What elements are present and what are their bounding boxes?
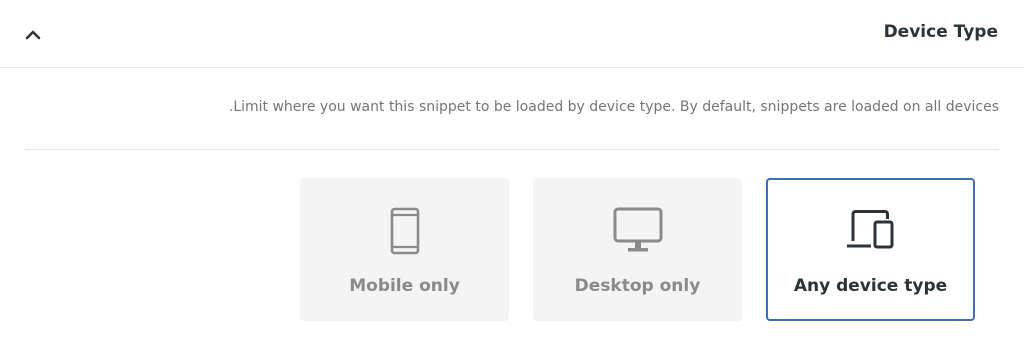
section-title: Device Type xyxy=(883,22,998,42)
section-description: .Limit where you want this snippet to be… xyxy=(228,99,999,115)
mobile-icon xyxy=(301,207,508,255)
desktop-icon xyxy=(534,207,741,255)
desktop-only-option[interactable]: Desktop only xyxy=(533,178,742,321)
mobile-only-option[interactable]: Mobile only xyxy=(300,178,509,321)
section-header: Device Type xyxy=(0,0,1024,68)
divider xyxy=(25,149,999,150)
any-device-type-label: Any device type xyxy=(793,276,948,296)
desktop-only-label: Desktop only xyxy=(574,276,701,296)
mobile-only-label: Mobile only xyxy=(349,276,460,296)
any-device-type-option[interactable]: Any device type xyxy=(766,178,975,321)
chevron-up-icon[interactable] xyxy=(22,24,44,44)
any-device-icon xyxy=(768,207,973,255)
